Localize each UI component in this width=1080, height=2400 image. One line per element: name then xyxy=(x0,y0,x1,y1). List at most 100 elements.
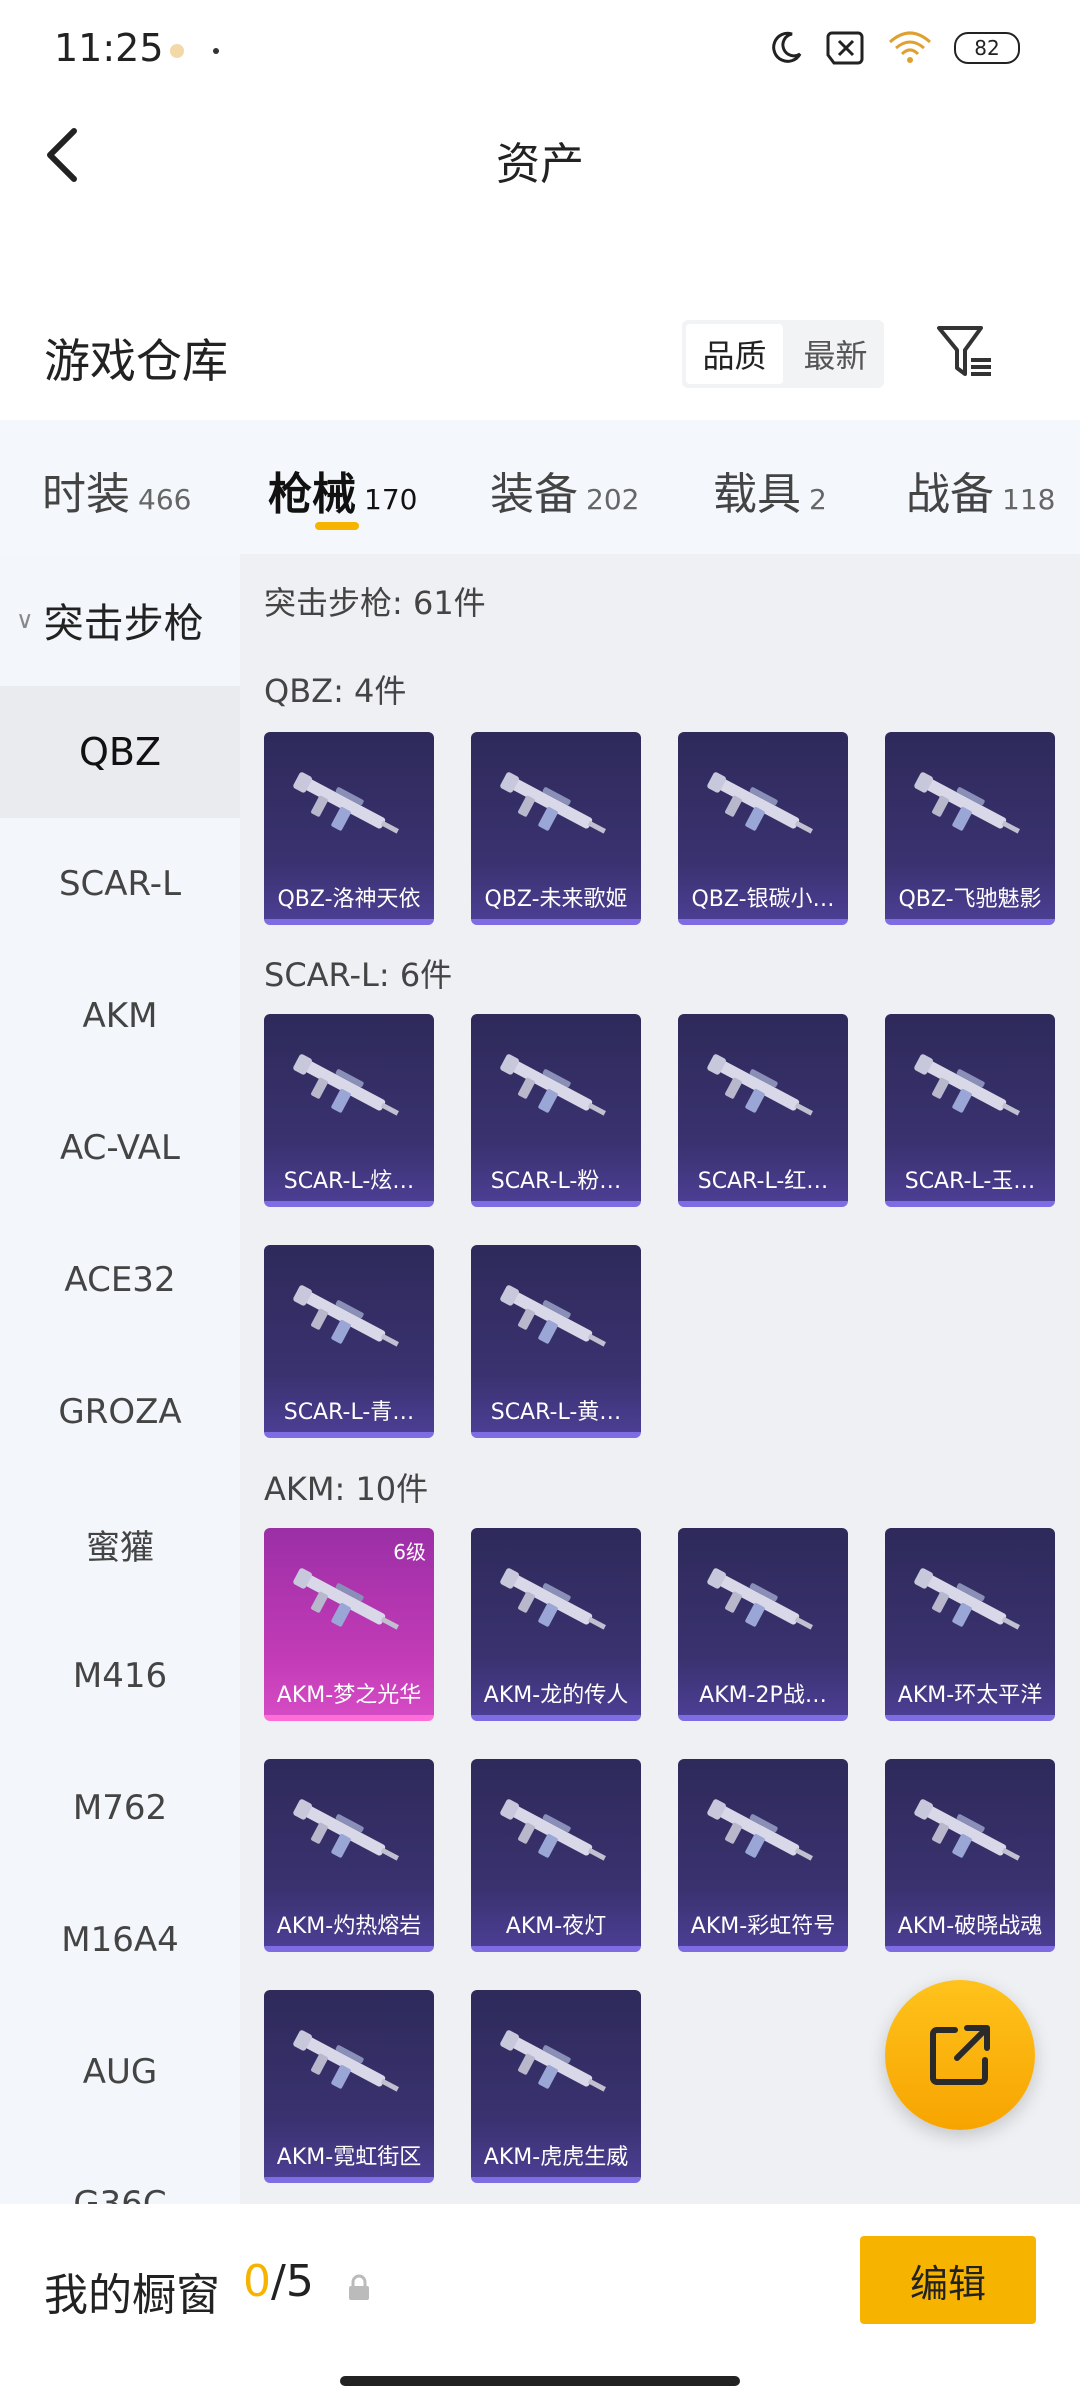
rifle-icon xyxy=(290,1279,408,1359)
rifle-icon xyxy=(497,2024,615,2104)
sidebar-item-m416[interactable]: M416 xyxy=(0,1610,240,1742)
weapon-name: SCAR-L-玉… xyxy=(904,1169,1036,1194)
sidebar-item-honey-badger[interactable]: 蜜獾 xyxy=(0,1478,240,1610)
weapon-card[interactable]: AKM-2P战… xyxy=(678,1528,848,1721)
sort-toggle: 品质 最新 xyxy=(682,320,884,388)
sidebar-item-qbz[interactable]: QBZ xyxy=(0,686,240,818)
showcase-bar: 我的橱窗 0/5 编辑 xyxy=(0,2204,1080,2400)
weapon-card[interactable]: AKM-龙的传人 xyxy=(471,1528,641,1721)
warehouse-title: 游戏仓库 xyxy=(44,334,228,388)
weapon-card[interactable]: QBZ-银碳小… xyxy=(678,732,848,925)
weapon-name: AKM-夜灯 xyxy=(505,1914,607,1939)
showcase-label: 我的橱窗 xyxy=(44,2270,220,2321)
home-indicator[interactable] xyxy=(340,2376,740,2386)
page-title: 资产 xyxy=(496,139,584,190)
category-tabs: 时装 466 枪械 170 装备 202 载具 2 战备 118 xyxy=(0,420,1080,554)
weapon-card[interactable]: SCAR-L-玉… xyxy=(885,1014,1055,1207)
weapon-card[interactable]: AKM-霓虹街区 xyxy=(264,1990,434,2183)
weapon-card[interactable]: SCAR-L-青… xyxy=(264,1245,434,1438)
showcase-current: 0 xyxy=(243,2256,271,2307)
weapon-card[interactable]: AKM-环太平洋 xyxy=(885,1528,1055,1721)
sidebar-item-m762[interactable]: M762 xyxy=(0,1742,240,1874)
weapon-card[interactable]: SCAR-L-粉… xyxy=(471,1014,641,1207)
showcase-max: 5 xyxy=(285,2256,314,2307)
section-title-qbz: QBZ: 4件 xyxy=(264,672,407,710)
rifle-icon xyxy=(911,766,1029,846)
weapon-name: AKM-破晓战魂 xyxy=(897,1914,1043,1939)
showcase-count: 0/5 xyxy=(243,2256,314,2307)
status-time: 11:25 xyxy=(54,26,164,70)
weapon-grid: 突击步枪: 61件 QBZ: 4件 QBZ-洛神天依 QBZ-未来歌姬 QBZ-… xyxy=(240,554,1080,2204)
weapon-card[interactable]: SCAR-L-炫… xyxy=(264,1014,434,1207)
level-badge: 6级 xyxy=(393,1540,426,1564)
weapon-name: AKM-梦之光华 xyxy=(276,1683,422,1708)
weapon-card[interactable]: QBZ-飞驰魅影 xyxy=(885,732,1055,925)
weapon-name: SCAR-L-红… xyxy=(697,1169,829,1194)
weapon-name: QBZ-洛神天依 xyxy=(277,887,421,912)
rifle-icon xyxy=(704,1562,822,1642)
lock-icon xyxy=(349,2274,369,2300)
rifle-icon xyxy=(290,2024,408,2104)
sidebar-item-ace32[interactable]: ACE32 xyxy=(0,1214,240,1346)
sidebar-item-m16a4[interactable]: M16A4 xyxy=(0,1874,240,2006)
weapon-card[interactable]: AKM-破晓战魂 xyxy=(885,1759,1055,1952)
sidebar-item-ac-val[interactable]: AC-VAL xyxy=(0,1082,240,1214)
rifle-icon xyxy=(290,1793,408,1873)
weapon-name: AKM-环太平洋 xyxy=(897,1683,1043,1708)
weapon-card[interactable]: SCAR-L-红… xyxy=(678,1014,848,1207)
section-title-scar-l: SCAR-L: 6件 xyxy=(264,956,453,994)
sidebar-group-assault-rifles[interactable]: ∨ 突击步枪 xyxy=(0,554,240,686)
weapon-card[interactable]: 6级 AKM-梦之光华 xyxy=(264,1528,434,1721)
tab-label: 装备 xyxy=(490,469,578,520)
weapon-name: AKM-虎虎生威 xyxy=(483,2145,629,2170)
filter-icon[interactable] xyxy=(935,322,995,382)
rifle-icon xyxy=(704,1048,822,1128)
sidebar-item-scar-l[interactable]: SCAR-L xyxy=(0,818,240,950)
sort-quality-button[interactable]: 品质 xyxy=(686,324,783,384)
sidebar-item-g36c[interactable]: G36C xyxy=(0,2138,240,2204)
external-link-icon xyxy=(930,2025,990,2085)
rifle-icon xyxy=(497,1279,615,1359)
chevron-down-icon: ∨ xyxy=(16,606,34,634)
sidebar-item-groza[interactable]: GROZA xyxy=(0,1346,240,1478)
sidebar-group-label: 突击步枪 xyxy=(43,601,204,647)
weapon-name: SCAR-L-炫… xyxy=(283,1169,415,1194)
weapon-card[interactable]: SCAR-L-黄… xyxy=(471,1245,641,1438)
category-summary: 突击步枪: 61件 xyxy=(264,584,486,622)
weapon-card[interactable]: AKM-彩虹符号 xyxy=(678,1759,848,1952)
battery-indicator: 82 xyxy=(954,32,1020,64)
weapon-name: AKM-灼热熔岩 xyxy=(276,1914,422,1939)
tab-firearms[interactable]: 枪械 170 xyxy=(268,458,417,522)
section-title-akm: AKM: 10件 xyxy=(264,1470,429,1508)
moon-icon xyxy=(772,31,802,63)
sort-latest-button[interactable]: 最新 xyxy=(787,320,884,388)
weapon-name: QBZ-飞驰魅影 xyxy=(898,887,1042,912)
weapon-card[interactable]: AKM-夜灯 xyxy=(471,1759,641,1952)
tab-battle-gear[interactable]: 战备 118 xyxy=(906,458,1055,522)
weapon-name: QBZ-银碳小… xyxy=(691,887,835,912)
sidebar-item-akm[interactable]: AKM xyxy=(0,950,240,1082)
wifi-icon xyxy=(888,31,932,63)
tab-label: 战备 xyxy=(906,469,994,520)
notification-dot-small xyxy=(213,48,219,54)
rifle-icon xyxy=(497,1793,615,1873)
rifle-icon xyxy=(497,766,615,846)
rifle-icon xyxy=(911,1562,1029,1642)
tab-fashion[interactable]: 时装 466 xyxy=(42,458,191,522)
sidebar-item-aug[interactable]: AUG xyxy=(0,2006,240,2138)
tab-equipment[interactable]: 装备 202 xyxy=(490,458,639,522)
share-button[interactable] xyxy=(885,1980,1035,2130)
tab-count: 202 xyxy=(586,483,640,516)
tab-count: 2 xyxy=(809,483,827,516)
rifle-icon xyxy=(911,1793,1029,1873)
weapon-name: SCAR-L-粉… xyxy=(490,1169,622,1194)
edit-button[interactable]: 编辑 xyxy=(860,2236,1036,2324)
weapon-card[interactable]: AKM-虎虎生威 xyxy=(471,1990,641,2183)
rifle-icon xyxy=(911,1048,1029,1128)
weapon-card[interactable]: QBZ-未来歌姬 xyxy=(471,732,641,925)
rifle-icon xyxy=(290,766,408,846)
weapon-name: AKM-2P战… xyxy=(699,1683,827,1708)
weapon-card[interactable]: AKM-灼热熔岩 xyxy=(264,1759,434,1952)
weapon-card[interactable]: QBZ-洛神天依 xyxy=(264,732,434,925)
tab-vehicles[interactable]: 载具 2 xyxy=(713,458,827,522)
